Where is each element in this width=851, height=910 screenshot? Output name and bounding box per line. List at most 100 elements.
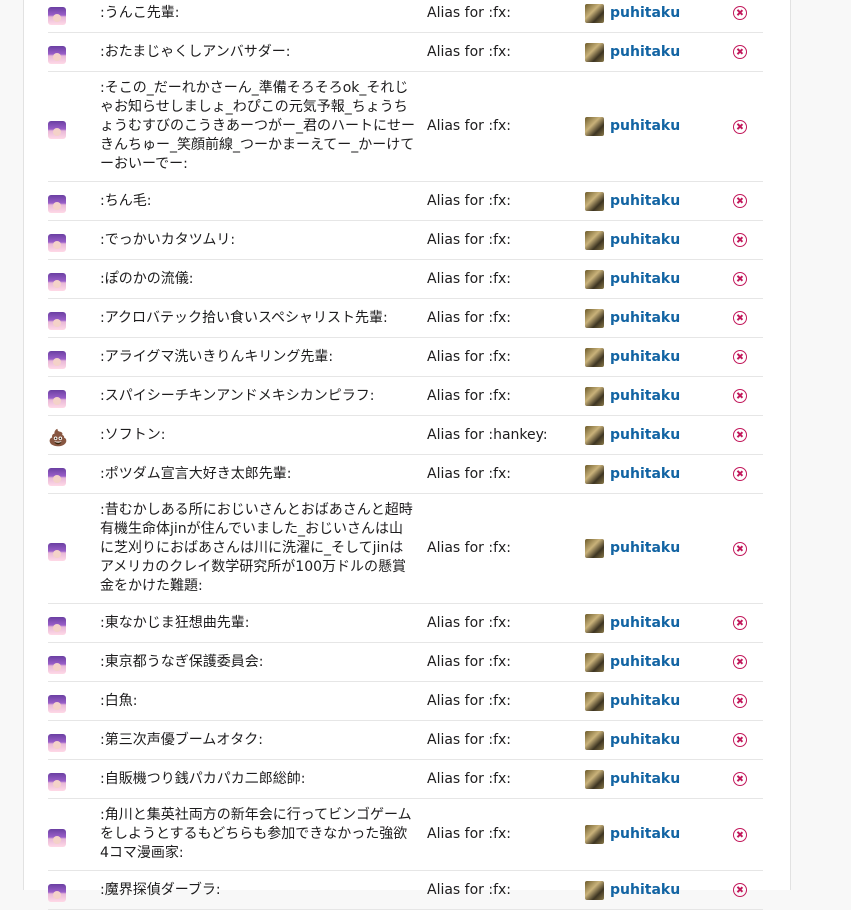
anime-avatar-icon: [48, 195, 66, 213]
user-avatar[interactable]: [585, 730, 604, 750]
uploader-cell: puhitaku: [585, 759, 733, 799]
uploader-cell: puhitaku: [585, 181, 733, 221]
table-row: :そこの_だーれかさーん_準備そろそろok_それじゃお知らせしましょ_わぴこの元…: [48, 71, 763, 182]
uploader-link[interactable]: puhitaku: [610, 309, 680, 328]
user-avatar[interactable]: [585, 308, 604, 328]
remove-emoji-icon[interactable]: [733, 467, 747, 481]
uploader-link[interactable]: puhitaku: [610, 270, 680, 289]
uploader-link[interactable]: puhitaku: [610, 881, 680, 900]
user-avatar[interactable]: [585, 880, 604, 900]
uploader-cell: puhitaku: [585, 603, 733, 643]
emoji-cell: [48, 798, 100, 871]
remove-emoji-icon[interactable]: [733, 616, 747, 630]
remove-emoji-icon[interactable]: [733, 272, 747, 286]
user-avatar[interactable]: [585, 3, 604, 23]
table-row: :でっかいカタツムリ: Alias for :fx: puhitaku: [48, 220, 763, 260]
remove-emoji-icon[interactable]: [733, 311, 747, 325]
user-avatar[interactable]: [585, 347, 604, 367]
remove-emoji-icon[interactable]: [733, 772, 747, 786]
remove-emoji-icon[interactable]: [733, 233, 747, 247]
uploader-link[interactable]: puhitaku: [610, 692, 680, 711]
uploader-cell: puhitaku: [585, 337, 733, 377]
action-cell: [733, 181, 763, 221]
uploader-cell: puhitaku: [585, 798, 733, 871]
remove-emoji-icon[interactable]: [733, 194, 747, 208]
uploader-link[interactable]: puhitaku: [610, 117, 680, 136]
action-cell: [733, 415, 763, 455]
uploader-cell: puhitaku: [585, 720, 733, 760]
remove-emoji-icon[interactable]: [733, 350, 747, 364]
emoji-name: :ポツダム宣言大好き太郎先輩:: [100, 454, 427, 494]
uploader-link[interactable]: puhitaku: [610, 387, 680, 406]
emoji-cell: [48, 220, 100, 260]
uploader-link[interactable]: puhitaku: [610, 653, 680, 672]
user-avatar[interactable]: [585, 269, 604, 289]
emoji-source: Alias for :fx:: [427, 32, 585, 72]
emoji-source: Alias for :fx:: [427, 220, 585, 260]
emoji-source: Alias for :fx:: [427, 71, 585, 182]
remove-emoji-icon[interactable]: [733, 541, 747, 556]
user-avatar[interactable]: [585, 539, 604, 558]
emoji-cell: [48, 376, 100, 416]
custom-emoji-table: :うんこ先輩: Alias for :fx: puhitaku:おたまじゃくしアンバ…: [48, 0, 763, 910]
emoji-name: :魔界探偵ダーブラ:: [100, 870, 427, 910]
emoji-source: Alias for :fx:: [427, 181, 585, 221]
user-avatar[interactable]: [585, 464, 604, 484]
user-avatar[interactable]: [585, 769, 604, 789]
emoji-source: Alias for :fx:: [427, 259, 585, 299]
uploader-link[interactable]: puhitaku: [610, 4, 680, 23]
uploader-link[interactable]: puhitaku: [610, 43, 680, 62]
user-avatar[interactable]: [585, 386, 604, 406]
table-row: :白魚: Alias for :fx: puhitaku: [48, 681, 763, 721]
remove-emoji-icon[interactable]: [733, 389, 747, 403]
remove-emoji-icon[interactable]: [733, 6, 747, 20]
remove-emoji-icon[interactable]: [733, 655, 747, 669]
uploader-link[interactable]: puhitaku: [610, 614, 680, 633]
uploader-link[interactable]: puhitaku: [610, 192, 680, 211]
uploader-link[interactable]: puhitaku: [610, 231, 680, 250]
emoji-name: :角川と集英社両方の新年会に行ってビンゴゲームをしようとするもどちらも参加できな…: [100, 798, 427, 871]
emoji-name: :でっかいカタツムリ:: [100, 220, 427, 260]
user-avatar[interactable]: [585, 425, 604, 445]
emoji-name: :ちん毛:: [100, 181, 427, 221]
emoji-source: Alias for :fx:: [427, 870, 585, 910]
emoji-source: Alias for :fx:: [427, 681, 585, 721]
uploader-link[interactable]: puhitaku: [610, 426, 680, 445]
uploader-link[interactable]: puhitaku: [610, 465, 680, 484]
emoji-source: Alias for :fx:: [427, 298, 585, 338]
remove-emoji-icon[interactable]: [733, 694, 747, 708]
table-row: :魔界探偵ダーブラ: Alias for :fx: puhitaku: [48, 870, 763, 910]
user-avatar[interactable]: [585, 230, 604, 250]
anime-avatar-icon: [48, 617, 66, 635]
uploader-link[interactable]: puhitaku: [610, 825, 680, 844]
emoji-source: Alias for :fx:: [427, 0, 585, 33]
table-row: :第三次声優ブームオタク: Alias for :fx: puhitaku: [48, 720, 763, 760]
user-avatar[interactable]: [585, 613, 604, 633]
uploader-link[interactable]: puhitaku: [610, 348, 680, 367]
emoji-name: :東京都うなぎ保護委員会:: [100, 642, 427, 682]
table-row: :東京都うなぎ保護委員会: Alias for :fx: puhitaku: [48, 642, 763, 682]
remove-emoji-icon[interactable]: [733, 827, 747, 842]
action-cell: [733, 220, 763, 260]
uploader-link[interactable]: puhitaku: [610, 731, 680, 750]
anime-avatar-icon: [48, 7, 66, 25]
emoji-cell: [48, 720, 100, 760]
remove-emoji-icon[interactable]: [733, 45, 747, 59]
remove-emoji-icon[interactable]: [733, 883, 747, 897]
table-row: :アクロバテック拾い食いスペシャリスト先輩: Alias for :fx: puhi…: [48, 298, 763, 338]
user-avatar[interactable]: [585, 191, 604, 211]
user-avatar[interactable]: [585, 42, 604, 62]
uploader-link[interactable]: puhitaku: [610, 770, 680, 789]
emoji-cell: [48, 759, 100, 799]
remove-emoji-icon[interactable]: [733, 733, 747, 747]
user-avatar[interactable]: [585, 652, 604, 672]
uploader-link[interactable]: puhitaku: [610, 539, 680, 558]
anime-avatar-icon: [48, 312, 66, 330]
anime-avatar-icon: [48, 828, 66, 847]
remove-emoji-icon[interactable]: [733, 428, 747, 442]
action-cell: [733, 759, 763, 799]
user-avatar[interactable]: [585, 117, 604, 136]
user-avatar[interactable]: [585, 825, 604, 844]
remove-emoji-icon[interactable]: [733, 119, 747, 134]
user-avatar[interactable]: [585, 691, 604, 711]
